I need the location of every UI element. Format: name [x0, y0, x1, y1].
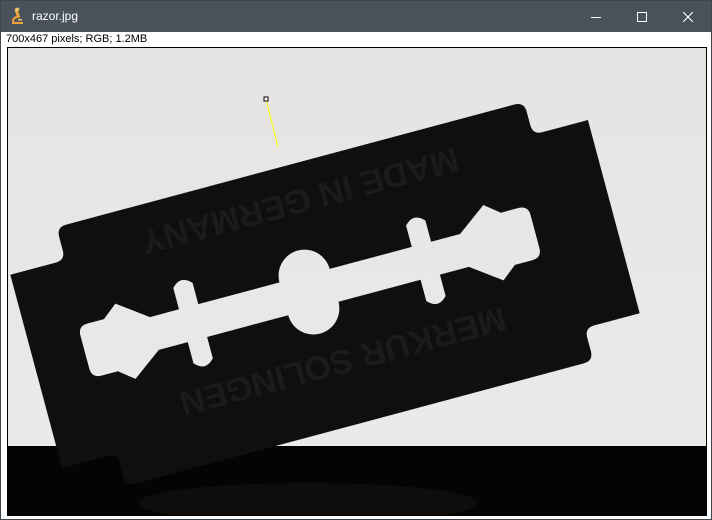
- image-info-bar: 700x467 pixels; RGB; 1.2MB: [1, 32, 711, 46]
- selection-handle: [263, 96, 269, 102]
- minimize-button[interactable]: [573, 1, 619, 32]
- image-window: razor.jpg 700x467 pixels; RGB; 1.2MB MAD…: [0, 0, 712, 520]
- maximize-button[interactable]: [619, 1, 665, 32]
- razor-blade-image: MADE IN GERMANY MERKUR SOLINGEN: [8, 48, 706, 515]
- microscope-icon: [9, 7, 25, 25]
- close-icon: [683, 11, 693, 22]
- maximize-icon: [637, 11, 647, 22]
- close-button[interactable]: [665, 1, 711, 32]
- image-canvas[interactable]: MADE IN GERMANY MERKUR SOLINGEN: [7, 47, 707, 516]
- minimize-icon: [591, 12, 601, 22]
- title-bar[interactable]: razor.jpg: [1, 1, 711, 32]
- window-title: razor.jpg: [32, 9, 79, 23]
